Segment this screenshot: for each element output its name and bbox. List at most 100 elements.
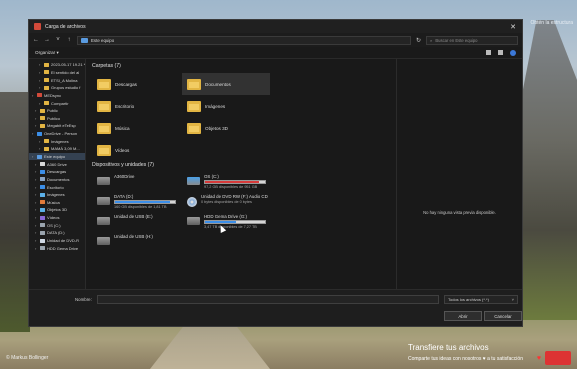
search-input[interactable]: ⌕ Buscar en Este equipo xyxy=(426,35,518,45)
chevron-right-icon[interactable]: › xyxy=(35,123,38,128)
folder-icon xyxy=(44,139,49,144)
navigation-pane[interactable]: › 2023-05-17 19.21 * › El sentido del al › ET… xyxy=(29,59,86,291)
sidebar-item[interactable]: › Grupos estudio f xyxy=(29,84,85,92)
address-field[interactable]: Este equipo xyxy=(77,35,411,45)
sidebar-item[interactable]: › Descargas xyxy=(29,168,85,176)
drive-item[interactable]: Unidad de USB (E:) xyxy=(92,212,188,234)
chevron-right-icon[interactable]: › xyxy=(35,207,38,212)
preview-pane-icon[interactable] xyxy=(498,50,503,55)
forward-arrow-icon[interactable]: → xyxy=(44,37,50,43)
sidebar-item[interactable]: › El sentido del al xyxy=(29,69,85,77)
drive-item[interactable]: A360Drive xyxy=(92,172,188,194)
sidebar-item[interactable]: › ETSI_A Molina xyxy=(29,76,85,84)
sidebar-item[interactable]: › Publico xyxy=(29,114,85,122)
folder-item[interactable]: Vídeos xyxy=(92,139,180,161)
chevron-right-icon[interactable]: › xyxy=(39,85,42,90)
sidebar-item-label: Objetos 3D xyxy=(47,207,68,213)
heart-icon: ♥ xyxy=(536,355,541,362)
drive-item[interactable]: Unidad de DVD RW (F:) Audio CD 0 bytes di… xyxy=(182,192,278,214)
filename-input[interactable] xyxy=(97,295,439,304)
drive-free-space: 3,47 TB disponibles de 7,27 TB xyxy=(204,225,257,229)
chevron-right-icon[interactable]: › xyxy=(39,70,42,75)
sidebar-item[interactable]: › A360 Drive xyxy=(29,160,85,168)
sidebar-item[interactable]: › Documentos xyxy=(29,176,85,184)
up-arrow-icon[interactable]: ↑ xyxy=(66,37,72,43)
chevron-right-icon[interactable]: › xyxy=(35,200,38,205)
sidebar-item[interactable]: › Objetos 3D xyxy=(29,206,85,214)
sidebar-item[interactable]: › HDD Gema Drive xyxy=(29,244,85,252)
folder-item[interactable]: Objetos 3D xyxy=(182,117,270,139)
chevron-right-icon[interactable]: › xyxy=(39,146,42,151)
background-rock-left xyxy=(0,92,30,332)
address-bar: ← → ˅ ↑ Este equipo ↻ ⌕ Buscar en Este e… xyxy=(29,33,522,47)
back-arrow-icon[interactable]: ← xyxy=(33,37,39,43)
sidebar-item[interactable]: › Imágenes xyxy=(29,137,85,145)
sidebar-item[interactable]: › OS (C:) xyxy=(29,221,85,229)
chevron-right-icon[interactable]: › xyxy=(35,215,38,220)
sidebar-item[interactable]: › 2023-05-17 19.21 * xyxy=(29,61,85,69)
drives-section-header[interactable]: Dispositivos y unidades (7) xyxy=(92,162,154,168)
chevron-right-icon[interactable]: › xyxy=(35,116,38,121)
open-button[interactable]: Abrir xyxy=(444,311,482,321)
folder-item[interactable]: Documentos xyxy=(182,73,270,95)
drive-item[interactable]: DATA (D:) 160 GB disponibles de 1,81 TB xyxy=(92,192,188,214)
chevron-right-icon[interactable]: › xyxy=(35,246,38,251)
chevron-right-icon[interactable]: › xyxy=(39,78,42,83)
chevron-right-icon[interactable]: › xyxy=(35,238,38,243)
folders-section-header[interactable]: Carpetas (7) xyxy=(92,63,121,69)
folder-icon xyxy=(40,177,45,182)
cancel-button[interactable]: Cancelar xyxy=(484,311,522,321)
chevron-right-icon[interactable]: › xyxy=(39,62,42,67)
sidebar-item[interactable]: › Escritorio xyxy=(29,183,85,191)
chevron-right-icon[interactable]: › xyxy=(32,154,35,159)
sidebar-item-label: Música xyxy=(47,199,60,205)
refresh-icon[interactable]: ↻ xyxy=(416,37,421,44)
sidebar-item[interactable]: › OneDrive - Person xyxy=(29,130,85,138)
chevron-right-icon[interactable]: › xyxy=(35,223,38,228)
sidebar-item[interactable]: › Vídeos xyxy=(29,214,85,222)
drive-item[interactable]: Unidad de USB (H:) xyxy=(92,232,188,254)
view-options-icon[interactable] xyxy=(486,50,491,55)
drive-label: HDD Gema Drive (G:) xyxy=(204,214,247,219)
chevron-right-icon[interactable]: › xyxy=(35,185,38,190)
chevron-right-icon[interactable]: › xyxy=(39,139,42,144)
sidebar-item[interactable]: › Este equipo xyxy=(29,152,85,161)
folder-item[interactable]: Imágenes xyxy=(182,95,270,117)
chevron-right-icon[interactable]: › xyxy=(35,230,38,235)
organize-button[interactable]: Organizar ▾ xyxy=(35,50,59,56)
dialog-title: Carga de archivos xyxy=(45,23,86,30)
chevron-right-icon[interactable]: › xyxy=(35,192,38,197)
sidebar-item-label: OneDrive - Person xyxy=(44,131,78,137)
sidebar-item[interactable]: › Unidad de DVD-R xyxy=(29,237,85,245)
sidebar-item[interactable]: › MAMÁ 3,09 M... xyxy=(29,145,85,153)
chevron-right-icon[interactable]: › xyxy=(39,101,42,106)
sidebar-item[interactable]: › Compartir xyxy=(29,99,85,107)
chevron-right-icon[interactable]: › xyxy=(35,169,38,174)
drive-usage-bar xyxy=(204,180,266,184)
language-flag-icon[interactable] xyxy=(545,351,571,365)
folder-item[interactable]: Descargas xyxy=(92,73,180,95)
sidebar-item-label: Vídeos xyxy=(47,215,60,221)
drive-item[interactable]: HDD Gema Drive (G:) 3,47 TB disponibles d… xyxy=(182,212,278,234)
folder-item[interactable]: Escritorio xyxy=(92,95,180,117)
sidebar-item[interactable]: › MEDsync xyxy=(29,92,85,100)
close-button[interactable]: ✕ xyxy=(504,23,522,31)
help-icon[interactable] xyxy=(510,49,516,56)
chevron-right-icon[interactable]: › xyxy=(32,131,35,136)
drive-label: Unidad de USB (E:) xyxy=(114,214,153,219)
chevron-right-icon[interactable]: › xyxy=(32,93,35,98)
folder-item[interactable]: Música xyxy=(92,117,180,139)
drive-item[interactable]: OS (C:) 97,2 GB disponibles de 951 GB xyxy=(182,172,278,194)
desktop-top-right-text: Obtén la estructura xyxy=(530,20,573,26)
sidebar-item[interactable]: › Megabit eTeEsp xyxy=(29,122,85,130)
chevron-right-icon[interactable]: › xyxy=(35,162,38,167)
folder-icon xyxy=(97,100,111,112)
chevron-right-icon[interactable]: › xyxy=(35,108,38,113)
sidebar-item[interactable]: › Imágenes xyxy=(29,191,85,199)
filetype-select[interactable]: Todos los archivos (*.*) ˅ xyxy=(444,295,518,304)
sidebar-item[interactable]: › Public xyxy=(29,107,85,115)
sidebar-item[interactable]: › Música xyxy=(29,199,85,207)
chevron-right-icon[interactable]: › xyxy=(35,177,38,182)
recent-locations-icon[interactable]: ˅ xyxy=(55,37,61,43)
sidebar-item[interactable]: › DATA (D:) xyxy=(29,229,85,237)
